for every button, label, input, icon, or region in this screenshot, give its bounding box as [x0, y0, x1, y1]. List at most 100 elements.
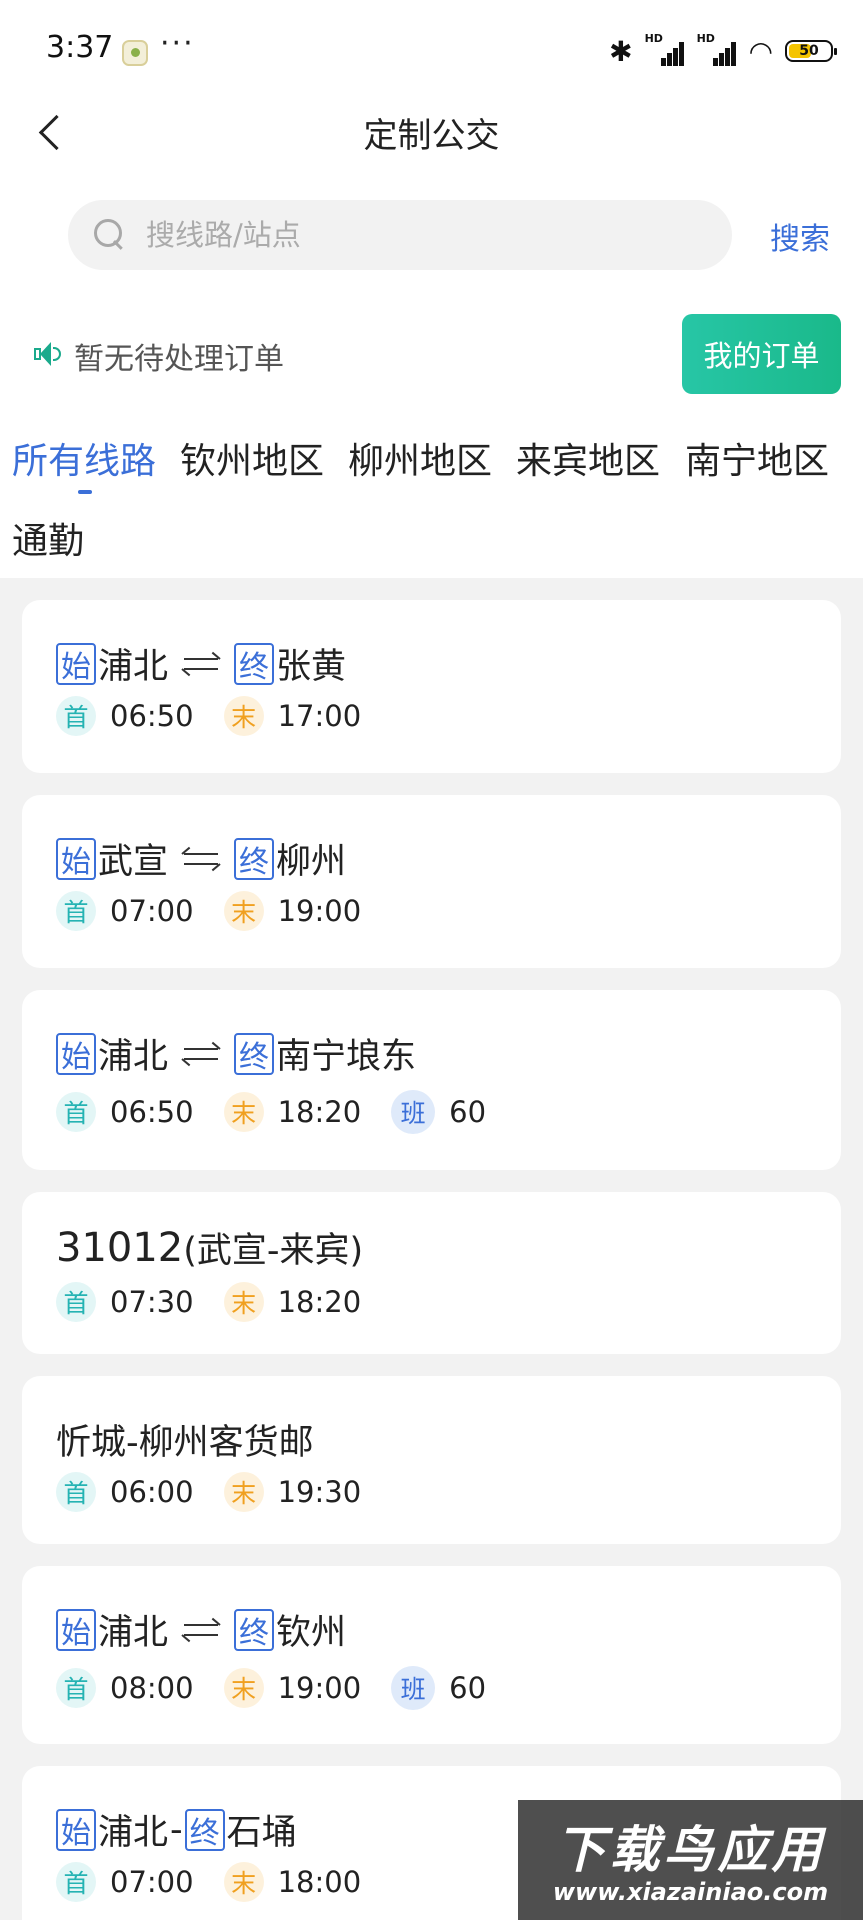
start-tag: 始	[56, 1808, 96, 1851]
route-code: 31012	[56, 1224, 184, 1271]
last-bus-badge: 末	[223, 696, 264, 736]
first-bus-time: 07:30	[110, 1285, 194, 1319]
speaker-icon	[34, 340, 62, 368]
end-tag: 终	[234, 837, 275, 880]
hd-label: HD	[696, 32, 715, 45]
route-card[interactable]: 始 浦北 终 钦州 首 08:00 末 19:00 班 60	[22, 1566, 841, 1744]
first-bus-badge: 首	[56, 1862, 96, 1902]
start-tag: 始	[56, 642, 96, 685]
battery-icon: 50	[785, 40, 837, 62]
route-list: 始 浦北 终 张黄 首 06:50 末 17:00 始 武宣 终 柳州 首 07…	[0, 578, 863, 1920]
route-name: 忻城-柳州客货邮	[56, 1423, 314, 1463]
end-station: 南宁埌东	[276, 1037, 417, 1077]
route-card[interactable]: 始 浦北 终 南宁埌东 首 06:50 末 18:20 班 60	[22, 990, 841, 1170]
frequency-value: 60	[449, 1095, 487, 1129]
search-button[interactable]: 搜索	[770, 214, 830, 258]
last-bus-badge: 末	[223, 1282, 264, 1322]
start-station: 浦北	[98, 1037, 169, 1077]
wifi-icon: ◠	[748, 34, 773, 68]
start-station: 浦北	[98, 1613, 169, 1653]
start-tag: 始	[56, 1032, 96, 1075]
route-times: 首 06:50 末 18:20 班 60	[56, 1090, 516, 1134]
route-card[interactable]: 始 浦北 终 张黄 首 06:50 末 17:00	[22, 600, 841, 773]
route-name: (武宣-来宾)	[183, 1231, 364, 1271]
route-card[interactable]: 31012 (武宣-来宾) 首 07:30 末 18:20	[22, 1192, 841, 1354]
tab-laibin[interactable]: 来宾地区	[516, 432, 660, 484]
first-bus-badge: 首	[56, 1282, 96, 1322]
last-bus-badge: 末	[223, 1472, 264, 1512]
route-title: 始 浦北 - 终 石埇	[56, 1804, 297, 1855]
start-station: 武宣	[98, 842, 169, 882]
frequency-badge: 班	[391, 1666, 436, 1710]
search-icon	[94, 219, 124, 249]
my-orders-button[interactable]: 我的订单	[682, 314, 841, 394]
signal-2-icon: HD	[697, 32, 737, 66]
round-trip-icon	[181, 1041, 221, 1067]
route-card[interactable]: 忻城-柳州客货邮 首 06:00 末 19:30	[22, 1376, 841, 1544]
end-tag: 终	[234, 1032, 275, 1075]
end-station: 柳州	[276, 842, 347, 882]
tab-liuzhou[interactable]: 柳州地区	[348, 432, 492, 484]
round-trip-icon	[181, 651, 221, 677]
start-station: 浦北	[98, 647, 169, 687]
tab-nanning[interactable]: 南宁地区	[685, 432, 829, 484]
first-bus-time: 07:00	[110, 894, 194, 928]
last-bus-badge: 末	[223, 1862, 264, 1902]
route-title: 忻城-柳州客货邮	[56, 1414, 314, 1465]
search-input[interactable]	[146, 200, 706, 270]
signal-1-icon: HD	[645, 32, 685, 66]
first-bus-time: 06:50	[110, 1095, 194, 1129]
first-bus-time: 06:50	[110, 699, 194, 733]
battery-level: 50	[799, 43, 819, 59]
last-bus-badge: 末	[223, 891, 264, 931]
round-trip-icon	[181, 846, 221, 872]
tab-commute[interactable]: 通勤	[12, 512, 84, 564]
end-station: 石埇	[226, 1813, 297, 1853]
route-title: 始 浦北 终 张黄	[56, 638, 346, 689]
last-bus-time: 18:20	[277, 1285, 362, 1319]
route-title: 31012 (武宣-来宾)	[56, 1222, 363, 1273]
route-times: 首 06:50 末 17:00	[56, 696, 391, 736]
route-times: 首 08:00 末 19:00 班 60	[56, 1666, 516, 1710]
last-bus-badge: 末	[223, 1092, 264, 1132]
end-tag: 终	[234, 1608, 275, 1651]
route-card[interactable]: 始 武宣 终 柳州 首 07:00 末 19:00	[22, 795, 841, 968]
last-bus-time: 18:20	[277, 1095, 362, 1129]
end-station: 钦州	[276, 1613, 347, 1653]
tab-all-routes[interactable]: 所有线路	[12, 432, 156, 484]
last-bus-time: 19:00	[277, 1671, 362, 1705]
start-station: 浦北	[98, 1813, 169, 1853]
last-bus-badge: 末	[223, 1668, 264, 1708]
route-title: 始 武宣 终 柳州	[56, 833, 346, 884]
app-notification-icon	[122, 40, 148, 66]
first-bus-time: 08:00	[110, 1671, 194, 1705]
status-time: 3:37	[46, 30, 114, 65]
search-box[interactable]	[68, 200, 732, 270]
route-times: 首 07:30 末 18:20	[56, 1282, 391, 1322]
first-bus-badge: 首	[56, 1472, 96, 1512]
last-bus-time: 19:30	[277, 1475, 362, 1509]
first-bus-badge: 首	[56, 1092, 96, 1132]
bluetooth-icon: ✱	[609, 34, 633, 68]
status-icons: ✱ HD HD ◠ 50	[609, 32, 837, 68]
first-bus-badge: 首	[56, 891, 96, 931]
more-notifications-icon: ···	[160, 26, 195, 61]
route-separator: -	[170, 1809, 183, 1850]
first-bus-badge: 首	[56, 696, 96, 736]
watermark: 下载鸟应用 www.xiazainiao.com	[518, 1800, 863, 1920]
end-tag: 终	[184, 1808, 225, 1851]
active-tab-indicator	[78, 490, 92, 494]
first-bus-badge: 首	[56, 1668, 96, 1708]
round-trip-icon	[181, 1617, 221, 1643]
hd-label: HD	[644, 32, 663, 45]
route-title: 始 浦北 终 钦州	[56, 1604, 346, 1655]
watermark-url: www.xiazainiao.com	[552, 1878, 829, 1906]
route-times: 首 07:00 末 18:00	[56, 1862, 391, 1902]
page-title: 定制公交	[363, 116, 500, 156]
watermark-title: 下载鸟应用	[555, 1821, 826, 1879]
status-bar: 3:37 ··· ✱ HD HD ◠ 50	[0, 0, 863, 100]
frequency-value: 60	[449, 1671, 487, 1705]
end-station: 张黄	[276, 647, 347, 687]
tab-qinzhou[interactable]: 钦州地区	[180, 432, 324, 484]
route-title: 始 浦北 终 南宁埌东	[56, 1028, 416, 1079]
